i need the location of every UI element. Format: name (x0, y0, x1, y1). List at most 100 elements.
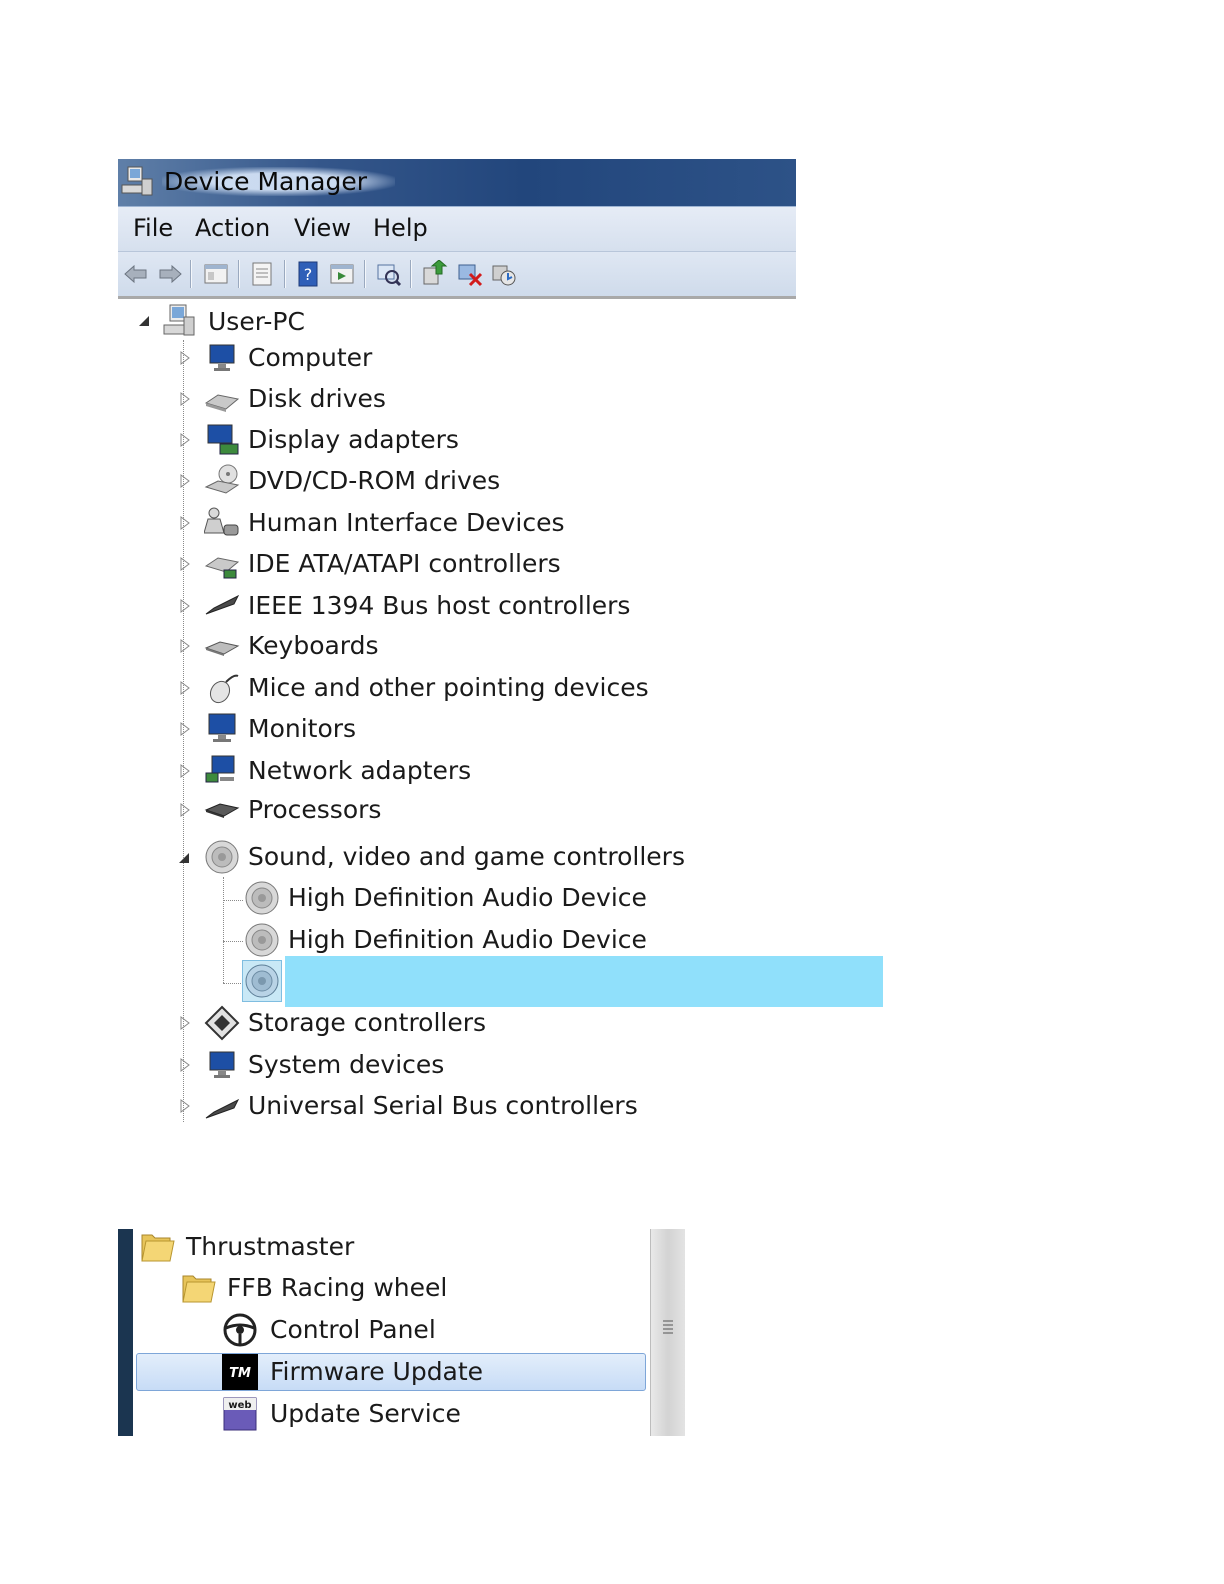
start-item-update-service[interactable]: web Update Service (222, 1396, 642, 1436)
start-item-label: Control Panel (270, 1315, 436, 1344)
expand-arrow-icon[interactable] (178, 638, 192, 654)
window-title: Device Manager (162, 167, 396, 196)
tree-item-display-adapters[interactable]: Display adapters (170, 422, 670, 462)
start-item-label: Firmware Update (270, 1357, 484, 1386)
tree-item-label: IEEE 1394 Bus host controllers (248, 591, 631, 620)
svg-text:?: ? (304, 265, 313, 284)
speaker-icon (245, 923, 279, 957)
tree-item-mice-and-other-pointing-devices[interactable]: Mice and other pointing devices (170, 670, 670, 710)
scan-hardware-icon[interactable] (374, 260, 402, 288)
expand-arrow-icon[interactable] (178, 432, 192, 448)
expand-arrow-icon[interactable] (178, 556, 192, 572)
menu-action[interactable]: Action (195, 214, 270, 242)
tree-item-sound-video-and-game-controllers[interactable]: Sound, video and game controllers (170, 839, 730, 879)
tree-item-disk-drives[interactable]: Disk drives (170, 381, 670, 421)
expand-arrow-icon[interactable] (178, 473, 192, 489)
tree-item-universal-serial-bus-controllers[interactable]: Universal Serial Bus controllers (170, 1088, 690, 1128)
tree-item-computer[interactable]: Computer (170, 340, 670, 380)
dvd-drive-icon (204, 464, 240, 494)
display-adapter-icon (207, 424, 239, 455)
tree-item-label: Universal Serial Bus controllers (248, 1091, 638, 1120)
computer-icon (209, 344, 235, 371)
ieee1394-icon (205, 594, 240, 615)
expand-arrow-icon[interactable] (178, 721, 192, 737)
tree-root-label: User-PC (208, 307, 305, 336)
disable-icon[interactable] (490, 260, 518, 288)
start-item-firmware-update[interactable]: TM Firmware Update (222, 1354, 642, 1394)
tree-connector (223, 900, 243, 901)
tree-child-high-definition-audio-device[interactable]: High Definition Audio Device (242, 880, 662, 920)
start-item-control-panel[interactable]: Control Panel (222, 1312, 642, 1352)
tree-connector (223, 877, 224, 983)
usb-icon (205, 1098, 240, 1119)
tree-item-monitors[interactable]: Monitors (170, 711, 670, 751)
menu-bar: File Action View Help (118, 207, 796, 252)
help-icon[interactable]: ? (294, 260, 322, 288)
uninstall-icon[interactable] (456, 260, 484, 288)
svg-text:TM: TM (229, 1366, 251, 1381)
tree-item-keyboards[interactable]: Keyboards (170, 628, 670, 668)
monitor-icon (208, 713, 236, 742)
scroll-grip-icon[interactable] (661, 1317, 675, 1335)
tree-item-label: System devices (248, 1050, 445, 1079)
collapse-arrow-icon[interactable] (177, 850, 191, 866)
menu-view[interactable]: View (294, 214, 351, 242)
expand-arrow-icon[interactable] (178, 763, 192, 779)
tree-item-label: Mice and other pointing devices (248, 673, 649, 702)
properties-pane-icon[interactable] (202, 260, 230, 288)
start-item-thrustmaster[interactable]: Thrustmaster (140, 1229, 640, 1269)
web-icon: web (223, 1397, 257, 1431)
selected-device-item[interactable] (242, 960, 282, 1002)
tree-connector (223, 983, 243, 984)
expand-arrow-icon[interactable] (178, 350, 192, 366)
tree-item-system-devices[interactable]: System devices (170, 1047, 670, 1087)
expand-arrow-icon[interactable] (178, 680, 192, 696)
tree-item-processors[interactable]: Processors (170, 792, 670, 832)
folder-icon (141, 1234, 175, 1262)
mouse-icon (209, 674, 239, 704)
device-manager-window: Device Manager File Action View Help ? (118, 159, 796, 300)
tree-item-ide-ata-atapi-controllers[interactable]: IDE ATA/ATAPI controllers (170, 546, 670, 586)
forward-icon[interactable] (156, 260, 184, 288)
show-hidden-icon[interactable] (328, 260, 356, 288)
update-driver-icon[interactable] (420, 260, 448, 288)
tree-item-ieee-1394-bus-host-controllers[interactable]: IEEE 1394 Bus host controllers (170, 588, 670, 628)
tree-item-label: DVD/CD-ROM drives (248, 466, 501, 495)
tree-item-network-adapters[interactable]: Network adapters (170, 753, 670, 793)
back-icon[interactable] (122, 260, 150, 288)
tree-item-dvd-cd-rom-drives[interactable]: DVD/CD-ROM drives (170, 463, 670, 503)
disk-drive-icon (204, 394, 240, 412)
tree-item-label: Monitors (248, 714, 357, 743)
tree-item-label: Network adapters (248, 756, 472, 785)
tree-item-label: Computer (248, 343, 373, 372)
expand-arrow-icon[interactable] (178, 802, 192, 818)
expand-arrow-icon[interactable] (178, 598, 192, 614)
menu-help[interactable]: Help (373, 214, 428, 242)
expand-arrow-icon[interactable] (178, 1098, 192, 1114)
tree-item-label: Processors (248, 795, 382, 824)
expand-arrow-icon[interactable] (178, 391, 192, 407)
expand-arrow-icon[interactable] (178, 1015, 192, 1031)
start-menu-programs-list: Thrustmaster FFB Racing wheel Control Pa… (118, 1229, 685, 1436)
svg-text:web: web (228, 1400, 251, 1411)
collapse-arrow-icon[interactable] (137, 313, 151, 329)
pc-icon (163, 304, 195, 336)
speaker-icon (205, 840, 239, 874)
processor-icon (204, 803, 240, 818)
expand-arrow-icon[interactable] (178, 515, 192, 531)
system-devices-icon (209, 1051, 235, 1078)
tree-item-storage-controllers[interactable]: Storage controllers (170, 1005, 670, 1045)
keyboard-icon (204, 641, 240, 656)
device-manager-icon (121, 166, 153, 196)
speaker-icon (245, 964, 279, 998)
tree-item-label: Keyboards (248, 631, 379, 660)
start-item-ffb-racing-wheel[interactable]: FFB Racing wheel (181, 1270, 641, 1310)
title-bar[interactable]: Device Manager (118, 159, 796, 207)
selected-device-highlight[interactable] (285, 956, 883, 1007)
menu-file[interactable]: File (133, 214, 173, 242)
tree-item-human-interface-devices[interactable]: Human Interface Devices (170, 505, 670, 545)
properties-icon[interactable] (248, 260, 276, 288)
expand-arrow-icon[interactable] (178, 1057, 192, 1073)
vertical-scrollbar[interactable] (650, 1229, 685, 1436)
tree-root-user-pc[interactable]: User-PC (130, 303, 430, 343)
